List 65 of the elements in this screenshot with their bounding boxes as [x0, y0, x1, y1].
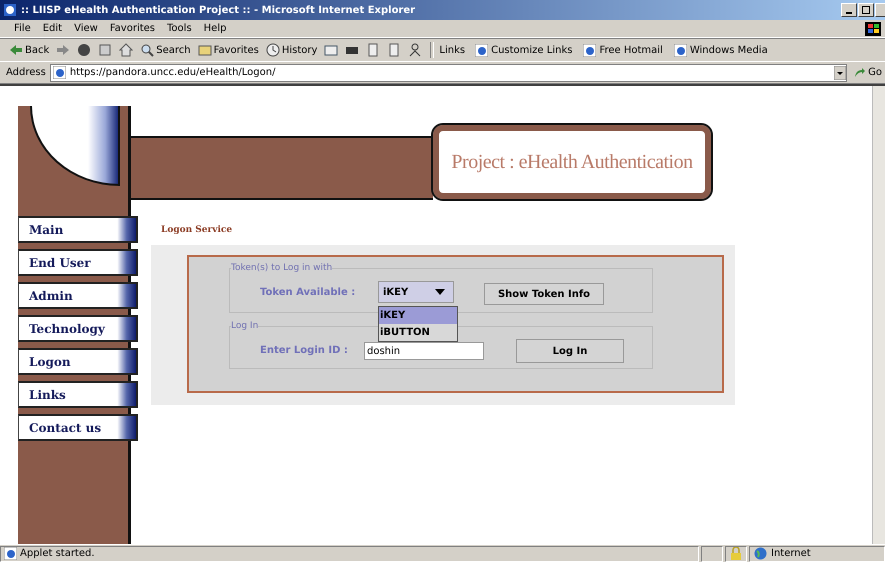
forward-arrow-icon	[56, 43, 70, 57]
window-title: :: LIISP eHealth Authentication Project :: - Microsoft Internet Explorer	[21, 4, 416, 16]
nav-button[interactable]: Logon	[18, 348, 138, 375]
login-id-field[interactable]: doshin	[364, 342, 484, 360]
field-label: Token Available :	[260, 287, 356, 298]
back-arrow-icon	[9, 43, 23, 57]
arrow-icon	[854, 66, 866, 78]
caret-icon	[435, 289, 445, 295]
nav-button[interactable]: Technology	[18, 315, 138, 342]
nav-button[interactable]: Main	[18, 216, 138, 243]
page-icon	[583, 44, 596, 56]
browser-icon	[3, 3, 17, 17]
section-title: Logon Service	[161, 225, 234, 235]
folder-icon	[198, 43, 212, 57]
search-button[interactable]: Search	[137, 43, 194, 57]
dropdown-option[interactable]: iBUTTON	[379, 324, 457, 341]
back-button[interactable]: Back	[6, 43, 52, 57]
mail-icon	[324, 43, 338, 57]
menu-item[interactable]: Edit	[36, 23, 68, 34]
document-icon	[387, 43, 402, 57]
status-panel	[701, 546, 723, 562]
dropdown-arrow-icon[interactable]	[834, 66, 846, 80]
clock-icon	[266, 43, 280, 57]
zone-text: Internet	[771, 548, 811, 559]
globe-icon	[754, 547, 767, 560]
document-icon	[366, 43, 380, 57]
maximize-button[interactable]	[858, 3, 874, 17]
dropdown-option[interactable]: iKEY	[379, 307, 457, 324]
home-icon	[119, 43, 134, 57]
favorites-button[interactable]: Favorites	[194, 43, 262, 57]
page-icon	[674, 44, 687, 56]
nav-button[interactable]: End User	[18, 249, 138, 276]
nav-button[interactable]: Links	[18, 381, 138, 408]
flag-icon	[865, 22, 881, 36]
search-icon	[140, 43, 154, 57]
field-label: Enter Login ID :	[260, 345, 348, 356]
menu-item[interactable]: Favorites	[104, 23, 162, 34]
lock-icon	[730, 547, 742, 560]
page-icon	[52, 66, 66, 79]
stop-icon	[77, 43, 92, 57]
menu-item[interactable]: File	[8, 23, 37, 34]
menu-item[interactable]: Tools	[161, 23, 198, 34]
status-text: Applet started.	[20, 548, 95, 559]
banner-title: Project : eHealth Authentication	[433, 125, 711, 199]
group-legend: Token(s) to Log in with	[231, 263, 332, 273]
log-in-button[interactable]: Log In	[516, 339, 624, 363]
page-icon	[475, 44, 488, 56]
show-token-info-button[interactable]: Show Token Info	[484, 283, 604, 305]
go-button[interactable]: Go	[851, 66, 885, 78]
address-field[interactable]: https://pandora.uncc.edu/eHealth/Logon/	[50, 64, 848, 82]
menu-item[interactable]: View	[68, 23, 104, 34]
token-dropdown[interactable]: iKEY	[378, 281, 454, 303]
links-bar-link[interactable]: Customize Links	[470, 44, 578, 56]
nav-button[interactable]: Contact us	[18, 414, 138, 441]
address-label: Address	[6, 67, 46, 78]
group-legend: Log In	[231, 321, 258, 331]
person-icon	[408, 43, 422, 57]
maximize-icon	[862, 6, 870, 14]
minimize-button[interactable]	[841, 3, 857, 17]
links-label: Links	[439, 44, 466, 56]
menu-item[interactable]: Help	[198, 23, 232, 34]
history-button[interactable]: History	[262, 43, 320, 57]
nav-button[interactable]: Admin	[18, 282, 138, 309]
links-bar-link[interactable]: Windows Media	[668, 44, 773, 56]
links-bar-link[interactable]: Free Hotmail	[578, 44, 668, 56]
